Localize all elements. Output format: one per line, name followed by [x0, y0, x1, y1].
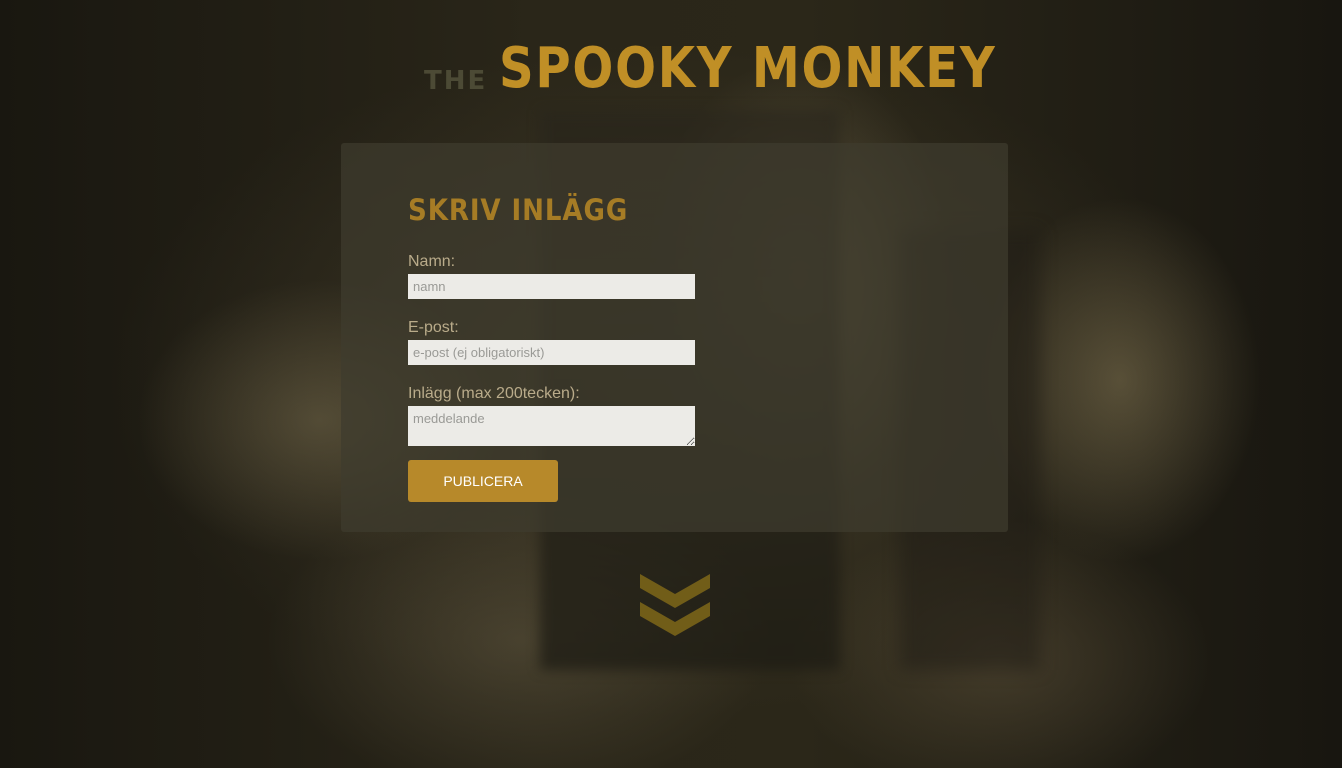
message-textarea[interactable] [408, 406, 695, 446]
name-label: Namn: [408, 253, 456, 270]
message-label: Inlägg (max 200tecken): [408, 385, 580, 402]
email-label: E-post: [408, 319, 459, 336]
name-input[interactable] [408, 274, 695, 299]
logo-name: Spooky Monkey [499, 36, 997, 101]
post-form-panel: Skriv inlägg Namn: E-post: Inlägg (max 2… [341, 143, 1008, 532]
publish-button[interactable]: Publicera [408, 460, 558, 502]
double-chevron-down-icon [640, 574, 710, 636]
logo-the: the [424, 66, 488, 96]
site-logo[interactable]: the Spooky Monkey [424, 30, 1078, 100]
scroll-down-button[interactable] [640, 572, 710, 640]
email-input[interactable] [408, 340, 695, 365]
form-title: Skriv inlägg [408, 193, 629, 227]
